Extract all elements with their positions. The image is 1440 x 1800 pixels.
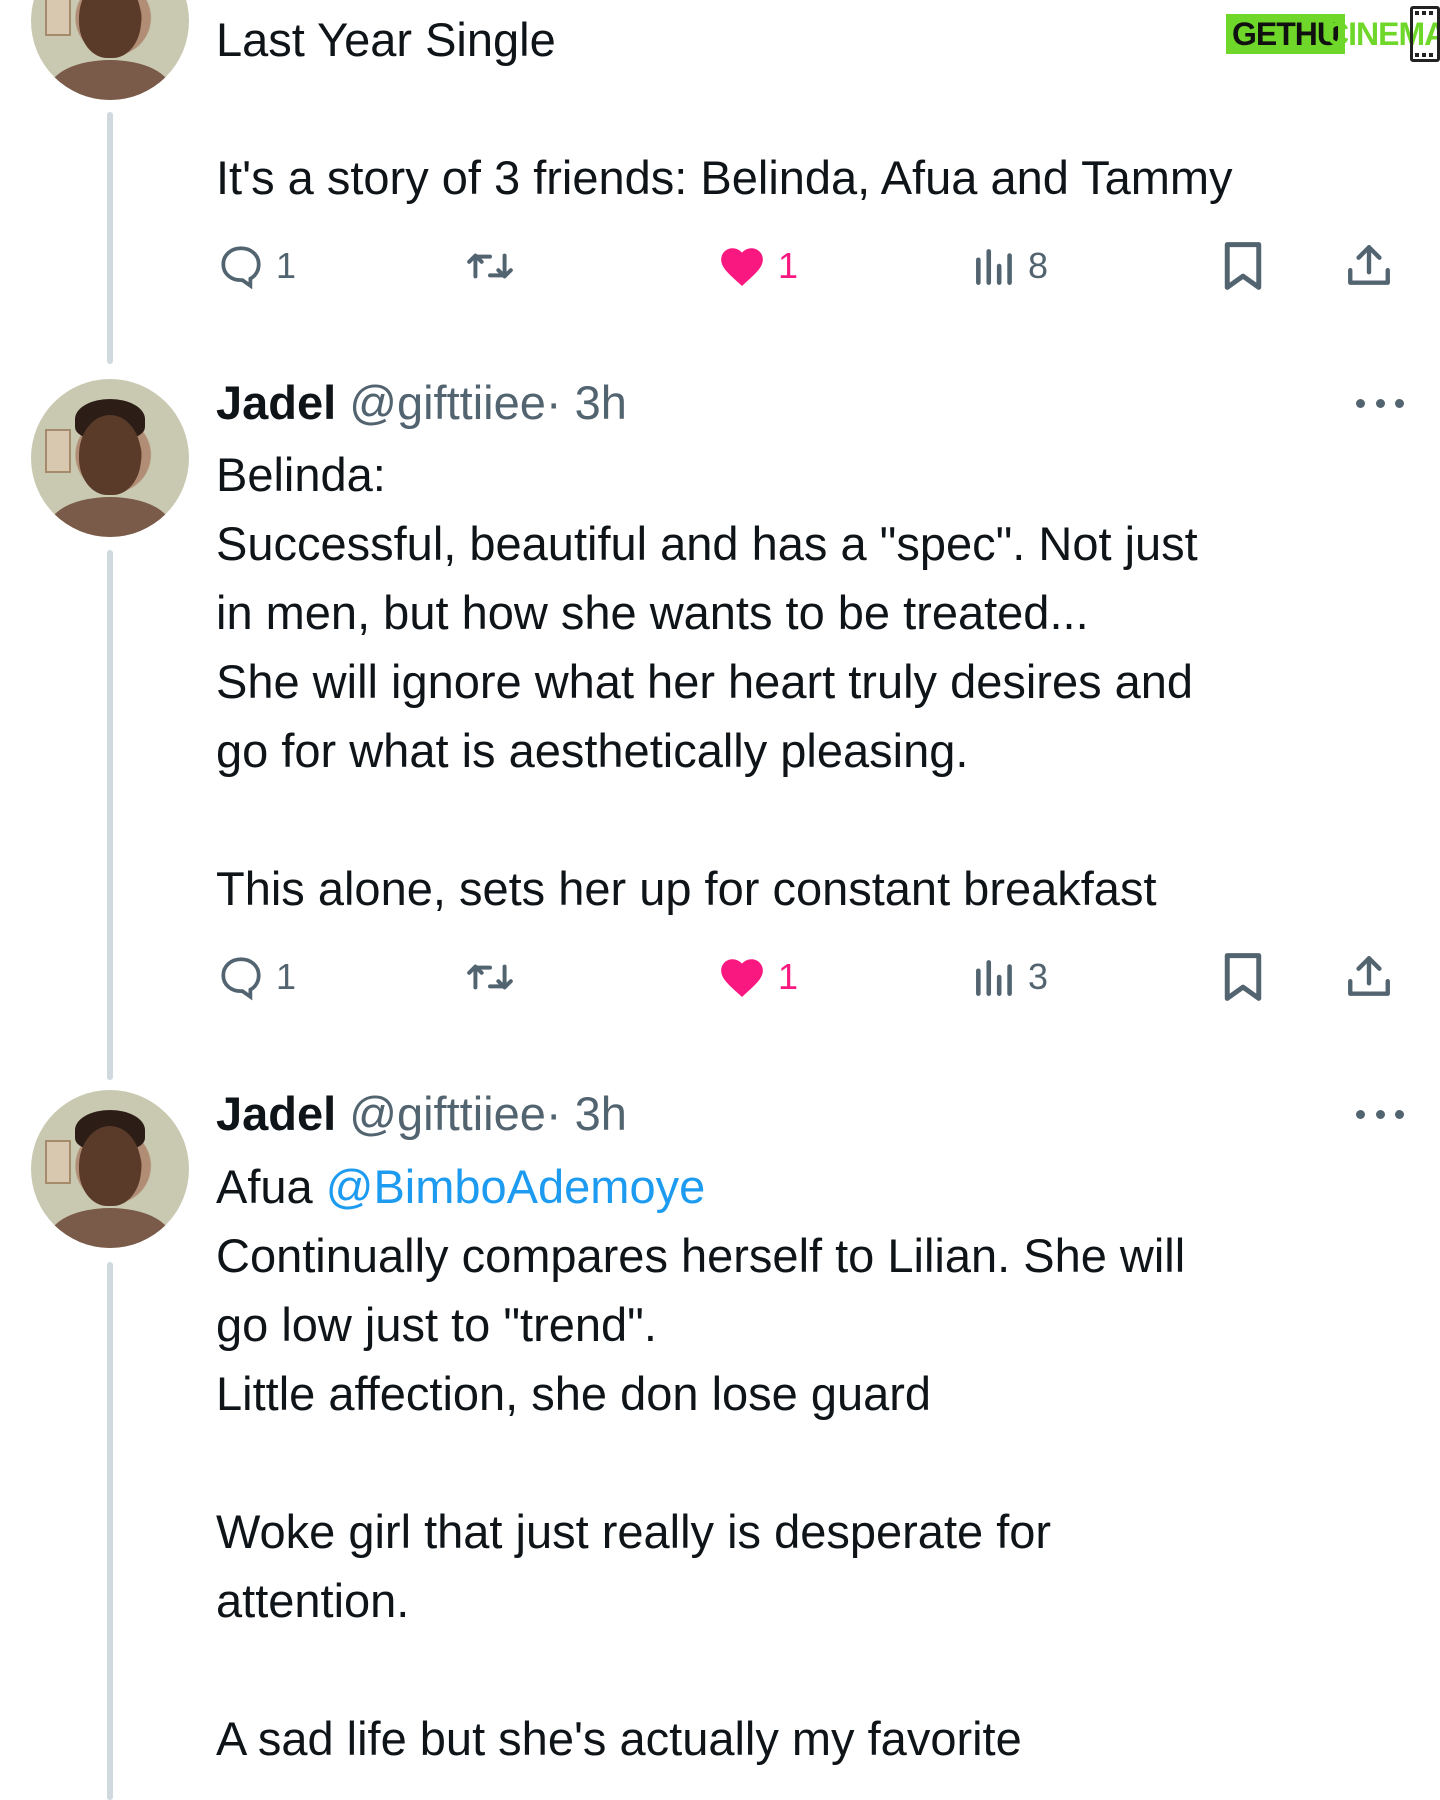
tweet-actions: 1 1 8 — [216, 236, 1406, 296]
mention-link[interactable]: @BimboAdemoye — [326, 1160, 706, 1213]
reply-count: 1 — [276, 245, 297, 286]
bookmark-icon — [1224, 242, 1262, 290]
heart-icon — [721, 959, 763, 997]
tweet-text-line: go for what is aesthetically pleasing. — [216, 724, 969, 777]
tweet-text-line: It's a story of 3 friends: Belinda, Afua… — [216, 151, 1233, 204]
display-name[interactable]: Jadel — [216, 1087, 336, 1140]
retweet-icon — [467, 253, 513, 279]
tweet-text-line: go low just to "trend". — [216, 1298, 657, 1351]
avatar[interactable] — [31, 0, 189, 100]
bookmark-button[interactable] — [1220, 947, 1266, 1007]
tweet-text-line: Little affection, she don lose guard — [216, 1367, 932, 1420]
heart-icon — [721, 248, 763, 286]
tweet-text-line: She will ignore what her heart truly des… — [216, 655, 1194, 708]
like-button[interactable]: 1 — [716, 947, 798, 1007]
like-count: 1 — [778, 956, 799, 997]
bookmark-button[interactable] — [1220, 236, 1266, 296]
more-icon[interactable] — [1356, 397, 1404, 409]
views-count: 3 — [1028, 956, 1049, 997]
thread-line — [107, 112, 113, 364]
views-icon — [976, 960, 1012, 996]
share-button[interactable] — [1344, 947, 1394, 1007]
tweet-text-line: Belinda: — [216, 448, 386, 501]
avatar[interactable] — [31, 1090, 189, 1248]
film-strip-icon — [1410, 6, 1440, 62]
more-icon[interactable] — [1356, 1108, 1404, 1120]
tweet-text-line: Last Year Single — [216, 13, 556, 66]
reply-button[interactable]: 1 — [216, 236, 296, 296]
reply-count: 1 — [276, 956, 297, 997]
reply-icon — [221, 957, 261, 1001]
tweet-text-line: This alone, sets her up for constant bre… — [216, 862, 1157, 915]
reply-button[interactable]: 1 — [216, 947, 296, 1007]
retweet-button[interactable] — [462, 236, 518, 296]
tweet-text-line: attention. — [216, 1574, 410, 1627]
views-icon — [976, 249, 1012, 285]
bookmark-icon — [1224, 953, 1262, 1001]
timestamp[interactable]: · 3h — [546, 1087, 627, 1140]
reply-icon — [221, 246, 261, 290]
tweet-text-line: Successful, beautiful and has a "spec". … — [216, 517, 1198, 570]
timestamp[interactable]: · 3h — [546, 376, 627, 429]
views-count: 8 — [1028, 245, 1049, 286]
tweet-text-line: Afua @BimboAdemoye — [216, 1152, 1406, 1221]
tweet-text-line: in men, but how she wants to be treated.… — [216, 586, 1089, 639]
handle[interactable]: @gifttiiee — [349, 376, 546, 429]
like-button[interactable]: 1 — [716, 236, 798, 296]
views-button[interactable]: 8 — [972, 236, 1048, 296]
like-count: 1 — [778, 245, 799, 286]
thread-line — [107, 550, 113, 1080]
views-button[interactable]: 3 — [972, 947, 1048, 1007]
handle[interactable]: @gifttiiee — [349, 1087, 546, 1140]
tweet-text-line: A sad life but she's actually my favorit… — [216, 1712, 1022, 1765]
tweet-header: Jadel @gifttiiee· 3h — [216, 373, 627, 433]
share-button[interactable] — [1344, 236, 1394, 296]
thread-line — [107, 1262, 113, 1800]
tweet-text-line: Woke girl that just really is desperate … — [216, 1505, 1052, 1558]
tweet-actions: 1 1 3 — [216, 947, 1406, 1007]
share-icon — [1348, 245, 1390, 285]
display-name[interactable]: Jadel — [216, 376, 336, 429]
tweet-text-line: Continually compares herself to Lilian. … — [216, 1229, 1186, 1282]
share-icon — [1348, 956, 1390, 996]
retweet-button[interactable] — [462, 947, 518, 1007]
retweet-icon — [467, 964, 513, 990]
avatar[interactable] — [31, 379, 189, 537]
tweet-text-word: Afua — [216, 1160, 326, 1213]
tweet-header: Jadel @gifttiiee· 3h — [216, 1084, 627, 1144]
